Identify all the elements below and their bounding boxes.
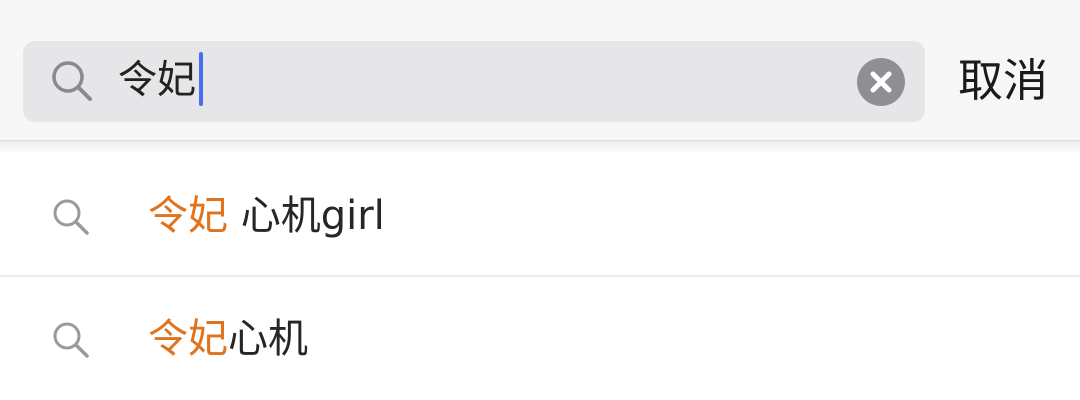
suggestion-text: 令妃 心机girl [148, 185, 385, 247]
suggestion-rest: 心机 [228, 316, 308, 362]
suggestion-item[interactable]: 令妃 心机girl [0, 155, 1080, 277]
list-divider [0, 275, 1080, 277]
suggestion-highlight: 令妃 [148, 316, 228, 362]
header-divider [0, 140, 1080, 152]
search-icon [51, 320, 91, 360]
suggestion-item[interactable]: 令妃心机 [0, 278, 1080, 400]
suggestion-highlight: 令妃 [148, 193, 228, 239]
suggestion-rest: 心机girl [228, 193, 385, 239]
cancel-button[interactable]: 取消 [958, 50, 1048, 112]
suggestion-text: 令妃心机 [148, 308, 308, 370]
clear-icon [870, 71, 892, 93]
clear-search-button[interactable] [857, 58, 905, 106]
search-query-text[interactable]: 令妃 [118, 51, 196, 111]
search-icon [51, 197, 91, 237]
search-icon [50, 59, 94, 103]
text-caret [199, 52, 203, 106]
